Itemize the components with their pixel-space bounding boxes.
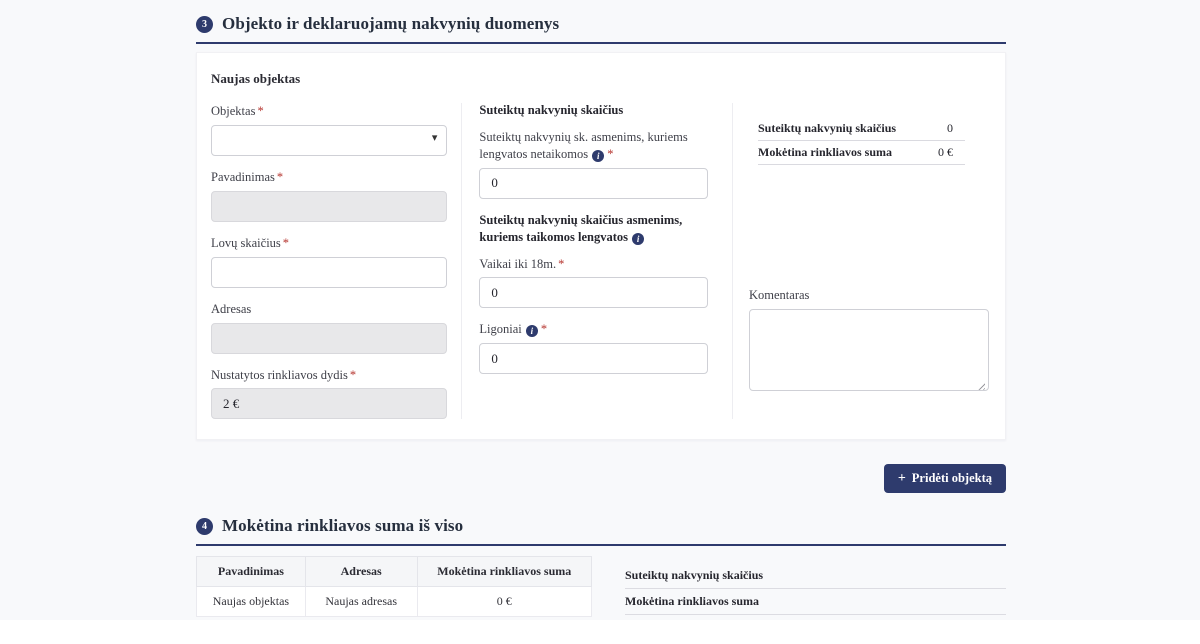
objektas-select[interactable] (211, 125, 447, 156)
required-mark: * (350, 368, 356, 382)
total-label: Mokėtina rinkliavos suma (625, 594, 759, 609)
lovu-skaicius-input[interactable] (211, 257, 447, 288)
card-heading: Naujas objektas (211, 71, 989, 87)
total-row-amount: Mokėtina rinkliavos suma (625, 589, 1006, 615)
section3-header: 3 Objekto ir deklaruojamų nakvynių duome… (196, 14, 1006, 44)
info-icon[interactable]: i (526, 325, 538, 337)
komentaras-label: Komentaras (749, 287, 989, 304)
komentaras-field: Komentaras (749, 287, 989, 396)
summary-label: Suteiktų nakvynių skaičius (758, 121, 896, 136)
required-mark: * (257, 104, 263, 118)
vaikai-input[interactable] (479, 277, 708, 308)
cell-pavadinimas: Naujas objektas (197, 587, 306, 617)
summary-row-amount: Mokėtina rinkliavos suma 0 € (758, 141, 965, 165)
totals-summary: Suteiktų nakvynių skaičius Mokėtina rink… (625, 556, 1006, 617)
cell-adresas: Naujas adresas (305, 587, 417, 617)
table-row: Naujas objektas Naujas adresas 0 € (197, 587, 592, 617)
object-summary: Suteiktų nakvynių skaičius 0 Mokėtina ri… (758, 117, 965, 165)
lovu-skaicius-label: Lovų skaičius* (211, 235, 447, 252)
rinkliavos-dydis-input (211, 388, 447, 419)
netaikomos-label-text: Suteiktų nakvynių sk. asmenims, kuriems … (479, 130, 687, 161)
vaikai-label: Vaikai iki 18m.* (479, 256, 708, 273)
plus-icon: + (898, 472, 906, 486)
page-background: 3 Objekto ir deklaruojamų nakvynių duome… (0, 0, 1200, 620)
nights-heading: Suteiktų nakvynių skaičius (479, 103, 708, 118)
add-object-button-label: Pridėti objektą (912, 471, 992, 486)
step3-badge: 3 (196, 16, 213, 33)
vaikai-label-text: Vaikai iki 18m. (479, 257, 556, 271)
objektas-label: Objektas* (211, 103, 447, 120)
ligoniai-label: Ligoniai i* (479, 321, 708, 338)
section3-title: Objekto ir deklaruojamų nakvynių duomeny… (222, 14, 559, 34)
col-header-suma: Mokėtina rinkliavos suma (417, 557, 591, 587)
taikomos-heading-text: Suteiktų nakvynių skaičius asmenims, kur… (479, 213, 682, 244)
adresas-label: Adresas (211, 301, 447, 318)
table-header-row: Pavadinimas Adresas Mokėtina rinkliavos … (197, 557, 592, 587)
pavadinimas-label-text: Pavadinimas (211, 170, 275, 184)
required-mark: * (607, 147, 613, 161)
pavadinimas-label: Pavadinimas* (211, 169, 447, 186)
summary-value: 0 (947, 121, 965, 136)
adresas-input (211, 323, 447, 354)
step4-badge: 4 (196, 518, 213, 535)
required-mark: * (558, 257, 564, 271)
info-icon[interactable]: i (632, 233, 644, 245)
required-mark: * (277, 170, 283, 184)
col-header-adresas: Adresas (305, 557, 417, 587)
required-mark: * (541, 322, 547, 336)
pavadinimas-input (211, 191, 447, 222)
column-nights: Suteiktų nakvynių skaičius Suteiktų nakv… (462, 103, 733, 419)
cell-suma: 0 € (417, 587, 591, 617)
objects-table: Pavadinimas Adresas Mokėtina rinkliavos … (196, 556, 592, 617)
summary-row-nights: Suteiktų nakvynių skaičius 0 (758, 117, 965, 141)
objektas-label-text: Objektas (211, 104, 255, 118)
objects-table-wrap: Pavadinimas Adresas Mokėtina rinkliavos … (196, 556, 592, 617)
summary-value: 0 € (938, 145, 965, 160)
main-content: 3 Objekto ir deklaruojamų nakvynių duome… (196, 0, 1006, 620)
object-form-card: Naujas objektas Objektas* ▾ Pavadinimas* (196, 52, 1006, 440)
info-icon[interactable]: i (592, 150, 604, 162)
section4-title: Mokėtina rinkliavos suma iš viso (222, 516, 463, 536)
required-mark: * (283, 236, 289, 250)
add-object-button[interactable]: + Pridėti objektą (884, 464, 1006, 493)
ligoniai-input[interactable] (479, 343, 708, 374)
column-object-details: Objektas* ▾ Pavadinimas* Lovų skaičius* (211, 103, 462, 419)
netaikomos-input[interactable] (479, 168, 708, 199)
netaikomos-label: Suteiktų nakvynių sk. asmenims, kuriems … (479, 129, 708, 163)
ligoniai-label-text: Ligoniai (479, 322, 521, 336)
total-label: Suteiktų nakvynių skaičius (625, 568, 763, 583)
taikomos-heading: Suteiktų nakvynių skaičius asmenims, kur… (479, 212, 708, 246)
summary-label: Mokėtina rinkliavos suma (758, 145, 892, 160)
total-row-nights: Suteiktų nakvynių skaičius (625, 563, 1006, 589)
col-header-pavadinimas: Pavadinimas (197, 557, 306, 587)
komentaras-textarea[interactable] (749, 309, 989, 391)
rinkliavos-dydis-label: Nustatytos rinkliavos dydis* (211, 367, 447, 384)
section4-header: 4 Mokėtina rinkliavos suma iš viso (196, 516, 1006, 546)
column-summary: Suteiktų nakvynių skaičius 0 Mokėtina ri… (733, 103, 989, 419)
rinkliavos-dydis-label-text: Nustatytos rinkliavos dydis (211, 368, 348, 382)
lovu-skaicius-label-text: Lovų skaičius (211, 236, 281, 250)
